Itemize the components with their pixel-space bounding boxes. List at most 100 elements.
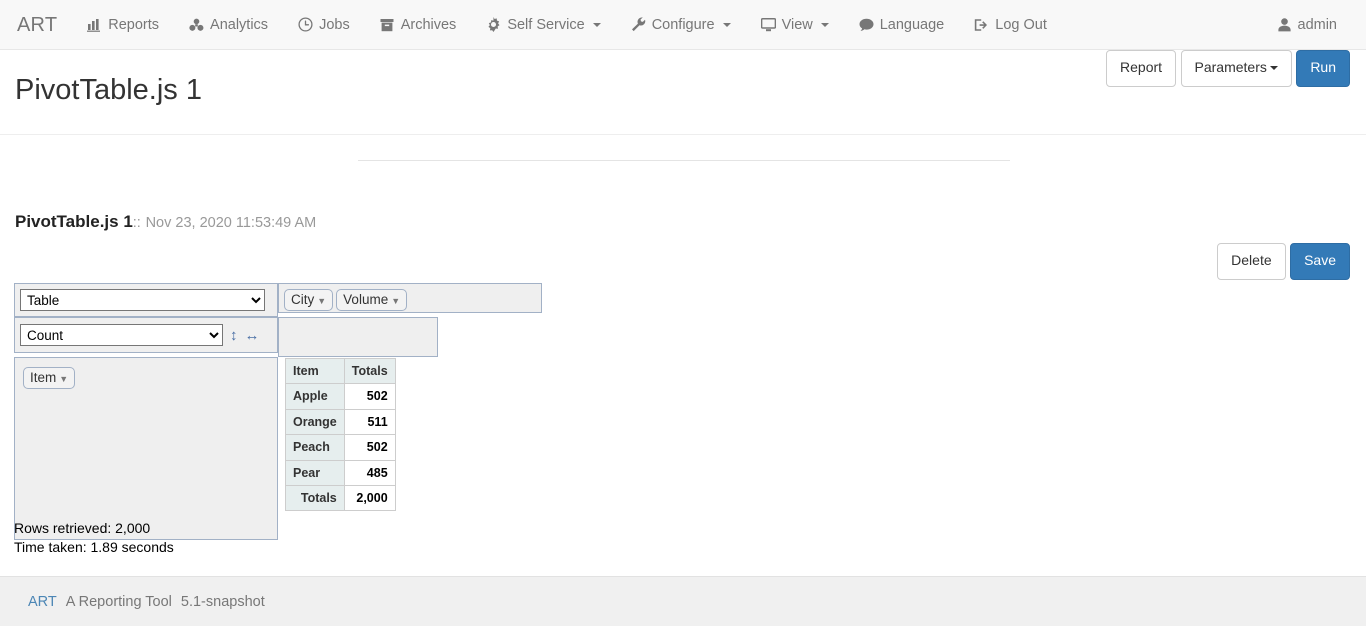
pivot-rows-axis[interactable]: Item ▼ [14,357,278,540]
page-title: PivotTable.js 1 [15,74,202,106]
pivot-attr-city-label: City [291,292,315,307]
wrench-icon [631,17,646,32]
query-stats: Rows retrieved: 2,000 Time taken: 1.89 s… [14,519,174,557]
chevron-down-icon[interactable]: ▼ [317,296,326,306]
nav-item-language[interactable]: Language [844,0,960,50]
nav-item-log-out[interactable]: Log Out [959,0,1062,50]
report-separator: :: [132,215,141,231]
chevron-down-icon [722,22,731,27]
nav-item-user[interactable]: admin [1262,0,1353,50]
run-button[interactable]: Run [1296,50,1350,87]
chevron-down-icon [592,22,601,27]
report-name: PivotTable.js 1 [15,212,133,231]
delete-button[interactable]: Delete [1217,243,1286,280]
results-table-body: Apple 502 Orange 511 Peach 502 Pear 485 … [285,383,396,512]
nav-item-self-service[interactable]: Self Service [471,0,615,50]
grand-total-label: Totals [285,484,345,512]
footer-version: 5.1-snapshot [180,593,265,610]
pivot-ui-table: Table City ▼ Volume ▼ Count ↕ ↔ Item ▼ [14,283,542,540]
pivot-attr-volume[interactable]: Volume ▼ [336,289,408,311]
col-header-item[interactable]: Item [285,357,345,385]
table-row: Orange 511 [285,408,396,436]
row-label-apple[interactable]: Apple [285,383,345,410]
nav-label-archives: Archives [400,16,457,33]
nav-label-configure: Configure [651,16,715,33]
grand-total-value: 2,000 [343,484,396,512]
chevron-down-icon [820,22,829,27]
gear-icon [486,17,501,32]
nav-item-jobs[interactable]: Jobs [283,0,365,50]
footer-brand-link[interactable]: ART [28,594,57,610]
table-row: Peach 502 [285,434,396,461]
main-navbar: ART Reports Analytics Jobs Archives Self… [0,0,1366,50]
pivot-cols-cell: City ▼ Volume ▼ [278,283,542,317]
footer-content: ART A Reporting Tool 5.1-snapshot [0,594,265,610]
nav-item-archives[interactable]: Archives [365,0,472,50]
row-label-orange[interactable]: Orange [285,408,345,436]
page-footer: ART A Reporting Tool 5.1-snapshot [0,576,1366,626]
chevron-down-icon[interactable]: ▼ [59,374,68,384]
nav-label-log-out: Log Out [995,16,1047,33]
pivot-vals-panel: Count ↕ ↔ [14,317,278,353]
content-divider [358,160,1010,161]
pivot-attr-city[interactable]: City ▼ [284,289,334,311]
nav-item-reports[interactable]: Reports [72,0,174,50]
nav-label-analytics: Analytics [210,16,269,33]
pivot-column-header-cell [278,317,542,357]
chevron-down-icon[interactable]: ▼ [391,296,400,306]
table-totals-row: Totals 2,000 [285,484,396,512]
archive-icon [380,17,395,32]
report-timestamp: Nov 23, 2020 11:53:49 AM [145,215,317,231]
pivot-rows-cell: Item ▼ [14,357,278,540]
rows-retrieved: Rows retrieved: 2,000 [14,520,151,536]
user-icon [1277,17,1292,32]
pivot-table-ui: Table City ▼ Volume ▼ Count ↕ ↔ Item ▼ [14,283,542,540]
sort-horizontal-icon[interactable]: ↔ [245,328,260,343]
nav-label-reports: Reports [108,16,160,33]
row-total-peach: 502 [343,434,396,461]
col-header-totals[interactable]: Totals [343,357,396,385]
results-table: Item Totals Apple 502 Orange 511 Peach 5… [285,357,396,512]
pivot-attr-item-label: Item [30,370,57,385]
report-button[interactable]: Report [1106,50,1177,87]
page-header-actions: Report Parameters Run [1106,50,1350,87]
row-total-orange: 511 [343,408,396,436]
save-button[interactable]: Save [1290,243,1350,280]
aggregator-select[interactable]: Count [20,324,223,346]
desktop-icon [760,17,776,32]
pivot-column-header-area[interactable] [278,317,438,357]
navbar-items: Reports Analytics Jobs Archives Self Ser… [72,0,1062,50]
navbar-right: admin [1262,0,1366,50]
parameters-button[interactable]: Parameters [1180,50,1292,87]
row-total-apple: 502 [343,383,396,410]
table-header-row: Item Totals [285,357,396,385]
footer-tagline: A Reporting Tool [65,593,172,610]
results-table-head: Item Totals [285,357,396,385]
pivot-attr-item[interactable]: Item ▼ [23,367,76,389]
pivot-attr-volume-label: Volume [343,292,389,307]
sign-out-icon [974,17,989,32]
nav-label-language: Language [879,16,945,33]
page-root: ART Reports Analytics Jobs Archives Self… [0,0,1366,626]
nav-label-user: admin [1297,16,1338,33]
table-row: Pear 485 [285,459,396,486]
row-label-peach[interactable]: Peach [285,434,345,461]
renderer-select[interactable]: Table [20,289,265,311]
bar-chart-icon [87,17,102,32]
nav-item-configure[interactable]: Configure [616,0,746,50]
nav-item-view[interactable]: View [746,0,844,50]
report-heading: PivotTable.js 1:: Nov 23, 2020 11:53:49 … [15,212,316,232]
brand-logo[interactable]: ART [2,0,72,50]
nav-label-jobs: Jobs [319,16,350,33]
sort-vertical-icon[interactable]: ↕ [230,328,238,343]
comment-icon [859,17,874,32]
pivot-vals-cell: Count ↕ ↔ [14,317,278,357]
nav-label-view: View [781,16,813,33]
pivot-renderer-panel: Table [14,283,278,317]
row-label-pear[interactable]: Pear [285,459,345,486]
pivot-output: Item Totals Apple 502 Orange 511 Peach 5… [285,357,396,512]
pivot-cols-axis[interactable]: City ▼ Volume ▼ [278,283,542,313]
nav-item-analytics[interactable]: Analytics [174,0,283,50]
time-taken: Time taken: 1.89 seconds [14,539,174,555]
cubes-icon [189,17,204,32]
